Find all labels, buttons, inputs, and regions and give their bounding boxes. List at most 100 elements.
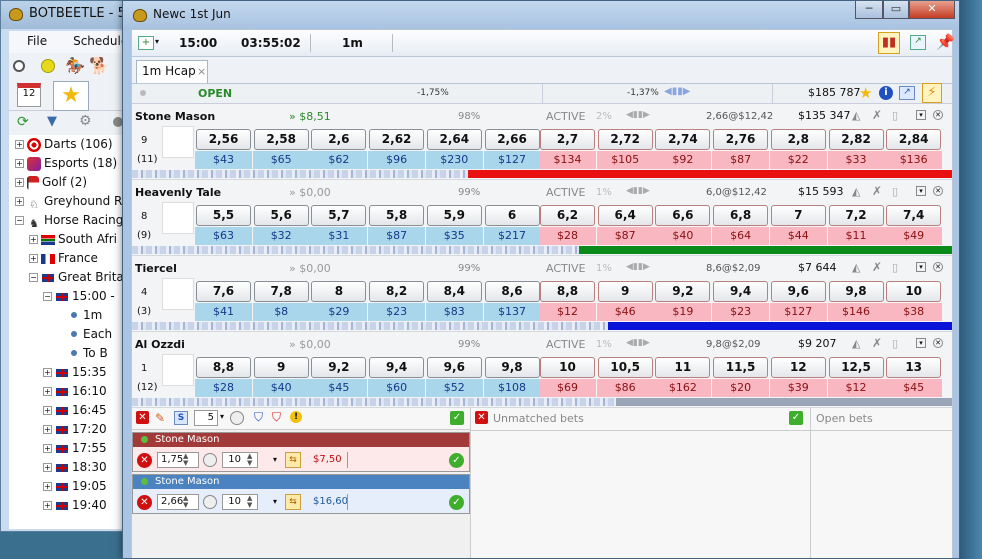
runner-tools-icon[interactable]: ✗ (872, 108, 882, 122)
bet-odds-field[interactable]: 1,75 (157, 452, 199, 468)
back-odds-button[interactable]: 8,4 (426, 281, 482, 302)
runner-collapse-icon[interactable]: ▾ (916, 186, 926, 196)
tree-item[interactable]: − 15:00 - (9, 287, 129, 306)
back-odds-button[interactable]: 9,2 (311, 357, 367, 378)
back-odds-button[interactable]: 9,6 (426, 357, 482, 378)
runner-close-icon[interactable]: ✕ (933, 338, 943, 348)
back-odds-button[interactable]: 5,9 (426, 205, 482, 226)
tree-item[interactable]: 1m (9, 306, 129, 325)
minimize-button[interactable]: ─ (855, 1, 883, 19)
expand-icon[interactable]: + (15, 159, 24, 168)
back-odds-button[interactable]: 5,8 (369, 205, 425, 226)
back-volume[interactable]: $23 (368, 303, 426, 321)
stake-stepper-icon[interactable]: ▲ ▼ (247, 453, 252, 467)
lay-volume[interactable]: $46 (596, 303, 654, 321)
lay-volume[interactable]: $44 (769, 227, 827, 245)
back-odds-button[interactable]: 7,6 (196, 281, 251, 302)
collapse-icon[interactable]: − (43, 292, 52, 301)
back-odds-button[interactable]: 9 (253, 357, 309, 378)
lay-volume[interactable]: $146 (827, 303, 885, 321)
lay-volume[interactable]: $22 (769, 151, 827, 169)
runner-collapse-icon[interactable]: ▾ (916, 338, 926, 348)
lay-odds-button[interactable]: 12 (770, 357, 826, 378)
expand-icon[interactable]: + (43, 425, 52, 434)
chart-view-icon[interactable]: ▮▮ (878, 32, 900, 54)
tree-item[interactable]: − ♞ Horse Racing (9, 211, 129, 230)
back-odds-button[interactable]: 8 (311, 281, 367, 302)
runner-close-icon[interactable]: ✕ (933, 262, 943, 272)
lay-odds-button[interactable]: 6,2 (540, 205, 595, 226)
favorites-star-icon[interactable]: ★ (53, 81, 89, 111)
lay-odds-button[interactable]: 2,8 (770, 129, 826, 150)
stake-count-dropdown-icon[interactable]: ▾ (220, 412, 224, 421)
expand-icon[interactable]: + (15, 140, 24, 149)
tree-item[interactable]: +18:30 (9, 458, 129, 477)
lay-odds-button[interactable]: 6,4 (597, 205, 653, 226)
back-volume[interactable]: $32 (252, 227, 310, 245)
horse-racing-icon[interactable]: 🏇 (65, 56, 85, 75)
back-volume[interactable]: $83 (425, 303, 483, 321)
lay-odds-button[interactable]: 10 (540, 357, 595, 378)
lay-volume[interactable]: $87 (712, 151, 770, 169)
tree-item[interactable]: + Esports (18) (9, 154, 129, 173)
add-market-dropdown-arrow-icon[interactable]: ▾ (155, 37, 159, 46)
favorite-star-icon[interactable]: ★ (859, 84, 872, 102)
lay-odds-button[interactable]: 9,8 (828, 281, 884, 302)
tree-item[interactable]: + South Afri (9, 230, 129, 249)
runner-collapse-icon[interactable]: ▾ (916, 110, 926, 120)
runner-collapse-icon[interactable]: ▾ (916, 262, 926, 272)
tree-item[interactable]: + France (9, 249, 129, 268)
record-icon[interactable] (203, 453, 217, 467)
expand-icon[interactable]: + (29, 254, 38, 263)
shield-red-icon[interactable]: ⛉ (272, 410, 281, 425)
confirm-unmatched-icon[interactable]: ✓ (789, 411, 803, 425)
stake-dropdown-icon[interactable]: ▾ (273, 497, 277, 506)
lay-volume[interactable]: $136 (885, 151, 943, 169)
lay-odds-button[interactable]: 2,82 (828, 129, 884, 150)
back-odds-button[interactable]: 8,8 (196, 357, 251, 378)
menu-file[interactable]: File (9, 31, 55, 48)
calendar-icon[interactable]: 12 (17, 83, 41, 107)
tree-item[interactable]: − Great Brita (9, 268, 129, 287)
record-icon[interactable] (203, 495, 217, 509)
lay-volume[interactable]: $134 (539, 151, 596, 169)
back-volume[interactable]: $62 (310, 151, 368, 169)
lay-odds-button[interactable]: 2,72 (597, 129, 653, 150)
tree-item[interactable]: +17:55 (9, 439, 129, 458)
confirm-all-icon[interactable]: ✓ (450, 411, 464, 425)
pin-icon[interactable]: 📌 (936, 33, 955, 51)
ladder-nav-icon[interactable]: ◀▮▮▶ (626, 262, 650, 272)
tree-item[interactable]: +17:20 (9, 420, 129, 439)
market-chart-icon[interactable]: ↗ (899, 86, 915, 100)
lay-volume[interactable]: $162 (654, 379, 712, 397)
runner-chart-icon[interactable]: ◭ (852, 109, 860, 122)
filter-icon[interactable]: ▼ (47, 114, 57, 129)
back-volume[interactable]: $31 (310, 227, 368, 245)
back-odds-button[interactable]: 8,2 (369, 281, 425, 302)
settings-gear-icon[interactable]: ⚙ (79, 113, 92, 129)
back-volume[interactable]: $52 (425, 379, 483, 397)
tree-item[interactable]: +16:10 (9, 382, 129, 401)
maximize-button[interactable]: ▭ (883, 1, 909, 19)
lay-odds-button[interactable]: 2,74 (655, 129, 711, 150)
lay-volume[interactable]: $39 (769, 379, 827, 397)
back-odds-button[interactable]: 2,6 (311, 129, 367, 150)
cancel-unmatched-icon[interactable]: ✕ (475, 411, 488, 424)
back-volume[interactable]: $35 (425, 227, 483, 245)
expand-icon[interactable]: + (29, 235, 38, 244)
lay-volume[interactable]: $64 (712, 227, 770, 245)
runner-chart-icon[interactable]: ◭ (852, 261, 860, 274)
soccer-ball-icon[interactable] (13, 60, 25, 72)
collapse-icon[interactable]: − (15, 216, 24, 225)
lay-odds-button[interactable]: 10 (886, 281, 942, 302)
stake-s-icon[interactable]: S (174, 411, 188, 425)
cancel-bet-icon[interactable]: ✕ (137, 495, 152, 510)
bet-stake-field[interactable]: 10 (222, 452, 258, 468)
tree-item[interactable]: +16:45 (9, 401, 129, 420)
collapse-icon[interactable]: − (29, 273, 38, 282)
ladder-scroll-arrows-icon[interactable]: ◀▮▮▶ (664, 86, 690, 97)
back-volume[interactable]: $40 (252, 379, 310, 397)
warning-icon[interactable]: ! (290, 411, 302, 423)
info-icon[interactable]: i (879, 86, 893, 100)
odds-stepper-icon[interactable]: ▲ ▼ (183, 495, 188, 509)
